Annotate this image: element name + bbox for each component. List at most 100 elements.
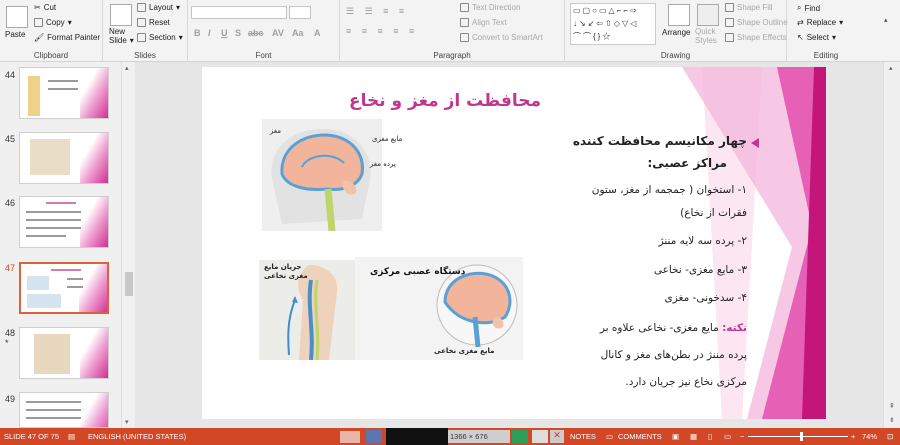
align-buttons[interactable]: ≡ ≡ ≡ ≡ ≡ [346,26,456,39]
label-flow-2: مغزی نخاعی [264,272,308,280]
editing-group: ⌕ Find ⇄ Replace ▾ ↖ Select ▾ Editing [787,0,865,62]
paste-button[interactable]: Paste [5,30,25,39]
slide-title[interactable]: محافظت از مغز و نخاع [349,91,541,111]
thumb-number: 48 [5,328,16,338]
slide-thumbnail-49[interactable] [19,392,109,428]
copy-icon [34,18,43,27]
arrange-button[interactable]: Arrange [662,28,690,37]
align-text-icon [460,18,469,27]
slideshow-icon[interactable]: ▭ [724,432,731,441]
case-button[interactable]: Aa [292,28,304,38]
copy-button[interactable]: Copy ▾ [34,18,72,27]
slide-scrollbar[interactable]: ▴ ⇞ ⇟ [883,62,900,428]
cut-button[interactable]: ✂ Cut [34,3,56,12]
text-direction-icon [460,3,469,12]
item-1b: فقرات از نخاع) [680,207,747,219]
note-line-2: پرده مننژ در بطن‌های مغز و کانال [600,349,747,361]
note-line-3: مرکزی نخاع نیز جریان دارد. [625,376,747,388]
language-indicator[interactable]: ENGLISH (UNITED STATES) [88,432,186,441]
font-color-button[interactable]: A [314,28,321,38]
layout-button[interactable]: Layout ▾ [137,3,180,12]
slide-thumbnail-47-selected[interactable] [19,262,109,314]
format-painter-button[interactable]: 🖌 Format Painter [34,33,100,42]
section-button[interactable]: Section ▾ [137,33,183,42]
shape-fill-button[interactable]: Shape Fill [725,3,773,12]
paste-icon[interactable] [6,6,28,28]
label-medulla: پرده مغز [370,160,396,168]
scroll-down-icon[interactable]: ▾ [125,418,129,426]
zoom-level[interactable]: 74% [862,432,877,441]
slide-sorter-icon[interactable]: ▦ [690,432,697,441]
select-button[interactable]: ↖ Select ▾ [797,33,836,42]
smartart-button[interactable]: Convert to SmartArt [460,33,543,42]
quick-styles-label-2[interactable]: Styles [695,36,717,45]
fit-slide-icon[interactable]: ⊡ [887,432,893,441]
shape-outline-button[interactable]: Shape Outline [725,18,788,27]
italic-button[interactable]: I [208,28,211,38]
prev-slide-icon[interactable]: ⇞ [889,402,895,410]
spacing-button[interactable]: AV [272,28,284,38]
comment-icon[interactable]: ▭ [606,432,613,441]
arrange-icon[interactable] [668,4,690,26]
taskbar-icon[interactable] [512,430,528,443]
brush-icon: 🖌 [34,33,45,42]
slide-thumbnail-48[interactable] [19,327,109,379]
new-slide-label-1[interactable]: New [109,27,125,36]
reading-view-icon[interactable]: ▯ [708,432,712,441]
slide-thumbnail-44[interactable] [19,67,109,119]
zoom-in-icon[interactable]: + [851,432,855,441]
zoom-slider-knob[interactable] [800,432,803,441]
slide-thumbnail-45[interactable] [19,132,109,184]
font-name-box[interactable] [191,6,287,19]
note-line-1: نکته: مایع مغزی- نخاعی علاوه بر [599,322,747,334]
item-1: ۱- استخوان ( جمجمه از مغز، ستون [591,184,747,196]
close-icon[interactable]: ✕ [550,430,564,443]
bold-button[interactable]: B [194,28,201,38]
new-slide-label-2[interactable]: Slide ▾ [109,36,134,45]
shape-effects-button[interactable]: Shape Effects [725,33,787,42]
reset-button[interactable]: Reset [137,18,170,27]
slide-counter: SLIDE 47 OF 75 [4,432,60,441]
scroll-up-icon[interactable]: ▴ [889,64,893,72]
label-csf: مایع مغزی نخاعی [434,347,495,355]
spellcheck-icon[interactable]: ▤ [68,432,75,441]
slides-label: Slides [134,51,156,60]
scroll-thumb[interactable] [125,272,133,296]
item-4: ۴- سدخونی- مغزی [664,292,748,304]
slide-thumbnail-46[interactable] [19,196,109,248]
quick-styles-icon[interactable] [697,4,719,26]
slide-canvas[interactable]: محافظت از مغز و نخاع مغز مایع مغزی پرده … [202,67,826,419]
shape-effects-icon [725,33,734,42]
label-brain: مغز [270,127,281,135]
shapes-gallery[interactable]: ▭▢○▭△⌐⌐⇨ ↓↘↙⇦⇧◇▽◁ ⌒⌒{}☆ [570,3,656,45]
zoom-out-icon[interactable]: − [740,432,744,441]
zoom-slider[interactable] [748,436,848,437]
collapse-ribbon-icon[interactable]: ▴ [884,16,888,24]
paragraph-group: ☰ ☰ ≡ ≡ ≡ ≡ ≡ ≡ ≡ Text Direction Align T… [340,0,565,62]
font-size-box[interactable] [289,6,311,19]
list-buttons[interactable]: ☰ ☰ ≡ ≡ [346,6,456,19]
strike-button[interactable]: abc [248,28,264,38]
find-button[interactable]: ⌕ Find [797,3,820,13]
text-direction-button[interactable]: Text Direction [460,3,520,12]
thumbnail-scrollbar[interactable]: ▴ ▾ [121,62,135,428]
align-text-button[interactable]: Align Text [460,18,507,27]
shadow-button[interactable]: S [235,28,241,38]
next-slide-icon[interactable]: ⇟ [889,416,895,424]
thumb-number: 49 [5,394,16,404]
quick-styles-label-1[interactable]: Quick [695,27,715,36]
taskbar-icon[interactable] [366,430,382,443]
normal-view-icon[interactable]: ▣ [672,432,679,441]
notes-button[interactable]: NOTES [570,432,596,441]
layout-icon [137,3,146,12]
thumb-number: 45 [5,134,16,144]
slide-thumbnail-pane: 44 45 46 47 48 * 49 [0,62,135,428]
replace-button[interactable]: ⇄ Replace ▾ [797,18,843,27]
taskbar-icon[interactable] [340,431,360,443]
scroll-up-icon[interactable]: ▴ [125,64,129,72]
taskbar-icon[interactable] [532,430,548,443]
new-slide-icon[interactable] [110,4,132,26]
taskbar-black-block [386,428,448,445]
underline-button[interactable]: U [221,28,228,38]
comments-button[interactable]: COMMENTS [618,432,662,441]
